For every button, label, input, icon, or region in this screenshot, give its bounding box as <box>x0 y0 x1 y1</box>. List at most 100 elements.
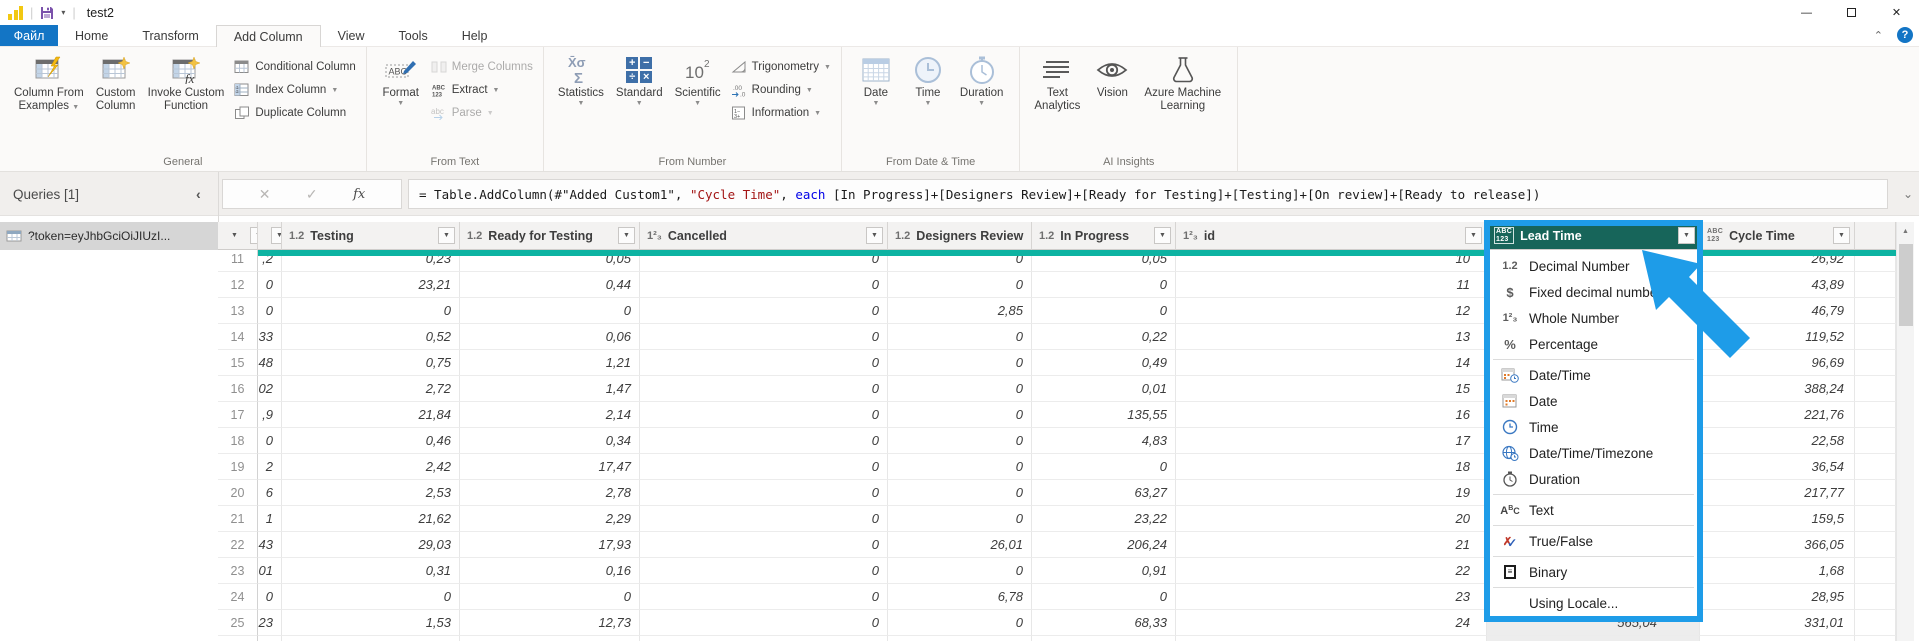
cell[interactable]: 0 <box>640 402 888 428</box>
ribbon-button-parse[interactable]: abcParse▼ <box>431 103 533 123</box>
cell[interactable]: 159,5 <box>1700 506 1855 532</box>
data-type-icon[interactable]: 1.2 <box>895 230 910 242</box>
cell[interactable]: 0 <box>888 350 1032 376</box>
cell[interactable]: 135,55 <box>1032 402 1176 428</box>
row-number[interactable]: 11 <box>218 250 258 272</box>
cell[interactable]: 0 <box>640 350 888 376</box>
column-header-lead-time[interactable]: ABC123Lead Time▼ <box>1487 222 1700 250</box>
type-menu-item-duration[interactable]: Duration <box>1490 466 1697 492</box>
cell[interactable]: 0,31 <box>282 558 460 584</box>
cell[interactable]: 0 <box>888 402 1032 428</box>
cell[interactable]: 21 <box>1176 532 1487 558</box>
ribbon-button-format[interactable]: ABCFormat▼ <box>375 51 427 108</box>
column-header-designers-review[interactable]: 1.2Designers Review▼ <box>888 222 1032 250</box>
cell[interactable]: 119,52 <box>1700 324 1855 350</box>
column-header-in-progress[interactable]: 1.2In Progress▼ <box>1032 222 1176 250</box>
type-menu-item-text[interactable]: ABCText <box>1490 497 1697 523</box>
cell[interactable]: 0 <box>888 454 1032 480</box>
cell[interactable] <box>888 636 1032 641</box>
cell[interactable]: 0 <box>460 584 640 610</box>
data-type-icon[interactable]: 1.2 <box>1039 230 1054 242</box>
cell[interactable]: 46,79 <box>1700 298 1855 324</box>
cell[interactable]: 21,62 <box>282 506 460 532</box>
ribbon-button-vision[interactable]: Vision <box>1086 51 1138 100</box>
row-number[interactable]: 18 <box>218 428 258 454</box>
cell[interactable] <box>1487 636 1700 641</box>
ribbon-button-information[interactable]: 1−3+Information▼ <box>731 103 831 123</box>
help-icon[interactable]: ? <box>1897 27 1913 43</box>
cell[interactable]: 0,01 <box>1032 376 1176 402</box>
cell[interactable]: 0 <box>888 376 1032 402</box>
cell[interactable]: 0 <box>1032 298 1176 324</box>
tab-add-column[interactable]: Add Column <box>216 25 321 47</box>
type-menu-item-fixed-decimal-number[interactable]: $Fixed decimal number <box>1490 279 1697 305</box>
cell[interactable]: 18 <box>1176 454 1487 480</box>
ribbon-button-azure-machine-learning[interactable]: Azure Machine Learning <box>1138 51 1227 113</box>
ribbon-button-trigonometry[interactable]: Trigonometry▼ <box>731 57 831 77</box>
data-type-icon[interactable]: 1²₃ <box>1183 230 1198 242</box>
cell[interactable] <box>1032 636 1176 641</box>
vertical-scrollbar[interactable]: ▲ <box>1896 222 1914 641</box>
cell[interactable]: 23,22 <box>1032 506 1176 532</box>
cell[interactable]: 68,33 <box>1032 610 1176 636</box>
row-number[interactable]: 20 <box>218 480 258 506</box>
ribbon-button-invoke-custom-function[interactable]: fxInvoke Custom Function <box>142 51 231 113</box>
cell[interactable]: 0 <box>640 480 888 506</box>
cell[interactable]: 13 <box>1176 324 1487 350</box>
filter-icon[interactable]: ▼ <box>271 227 282 244</box>
cell[interactable]: 1,47 <box>460 376 640 402</box>
cell[interactable]: 2,85 <box>888 298 1032 324</box>
type-menu-item-percentage[interactable]: %Percentage <box>1490 331 1697 357</box>
cell[interactable]: 22,58 <box>1700 428 1855 454</box>
ribbon-button-date[interactable]: Date▼ <box>850 51 902 108</box>
cell[interactable]: 1,53 <box>282 610 460 636</box>
tab-help[interactable]: Help <box>445 25 505 46</box>
row-number[interactable]: 24 <box>218 584 258 610</box>
maximize-button[interactable] <box>1829 0 1874 25</box>
cell[interactable]: 0 <box>640 558 888 584</box>
cell[interactable]: 0 <box>888 428 1032 454</box>
cell[interactable]: 0 <box>888 480 1032 506</box>
cell[interactable]: 0 <box>640 376 888 402</box>
tab-home[interactable]: Home <box>58 25 125 46</box>
cell[interactable]: 0 <box>258 272 282 298</box>
cell[interactable]: 0 <box>640 506 888 532</box>
row-number[interactable]: 15 <box>218 350 258 376</box>
cell[interactable]: 14 <box>1176 350 1487 376</box>
cell[interactable]: 0,06 <box>460 324 640 350</box>
collapse-queries-icon[interactable]: ‹ <box>196 172 201 216</box>
type-menu-item-date[interactable]: Date <box>1490 388 1697 414</box>
scroll-up-icon[interactable]: ▲ <box>1897 222 1914 240</box>
cell[interactable]: 17,47 <box>460 454 640 480</box>
cell[interactable] <box>282 636 460 641</box>
save-icon[interactable] <box>40 6 54 20</box>
cell[interactable]: 2,14 <box>460 402 640 428</box>
cell[interactable]: 0 <box>888 506 1032 532</box>
cell[interactable]: 1 <box>258 506 282 532</box>
cell[interactable]: 6 <box>258 480 282 506</box>
formula-input[interactable]: = Table.AddColumn(#"Added Custom1", "Cyc… <box>408 179 1888 209</box>
filter-icon[interactable]: ▼ <box>618 227 635 244</box>
column-header-id[interactable]: 1²₃id▼ <box>1176 222 1487 250</box>
cell[interactable]: 23,21 <box>282 272 460 298</box>
cell[interactable]: 0 <box>640 584 888 610</box>
column-header-ready-for-testing[interactable]: 1.2Ready for Testing▼ <box>460 222 640 250</box>
cell[interactable]: 0 <box>888 324 1032 350</box>
cell[interactable]: 0,91 <box>1032 558 1176 584</box>
data-type-icon[interactable]: ABC123 <box>1707 228 1723 243</box>
cell[interactable]: 0 <box>888 558 1032 584</box>
cell[interactable]: 0 <box>640 532 888 558</box>
cell[interactable]: 29,03 <box>282 532 460 558</box>
cell[interactable]: 0,46 <box>282 428 460 454</box>
cell[interactable] <box>258 636 282 641</box>
row-number[interactable]: 17 <box>218 402 258 428</box>
formula-cancel-icon[interactable]: ✕ <box>259 186 271 203</box>
ribbon-button-custom-column[interactable]: Custom Column <box>90 51 142 113</box>
type-menu-item-using-locale[interactable]: Using Locale... <box>1490 590 1697 616</box>
cell[interactable]: 33 <box>258 324 282 350</box>
column-header-cut[interactable]: ▼ <box>258 222 282 250</box>
cell[interactable]: 16 <box>1176 402 1487 428</box>
ribbon-button-statistics[interactable]: X̄σΣStatistics▼ <box>552 51 610 108</box>
ribbon-button-merge-columns[interactable]: Merge Columns <box>431 57 533 77</box>
quick-access-caret-icon[interactable]: ▾ <box>61 8 65 17</box>
